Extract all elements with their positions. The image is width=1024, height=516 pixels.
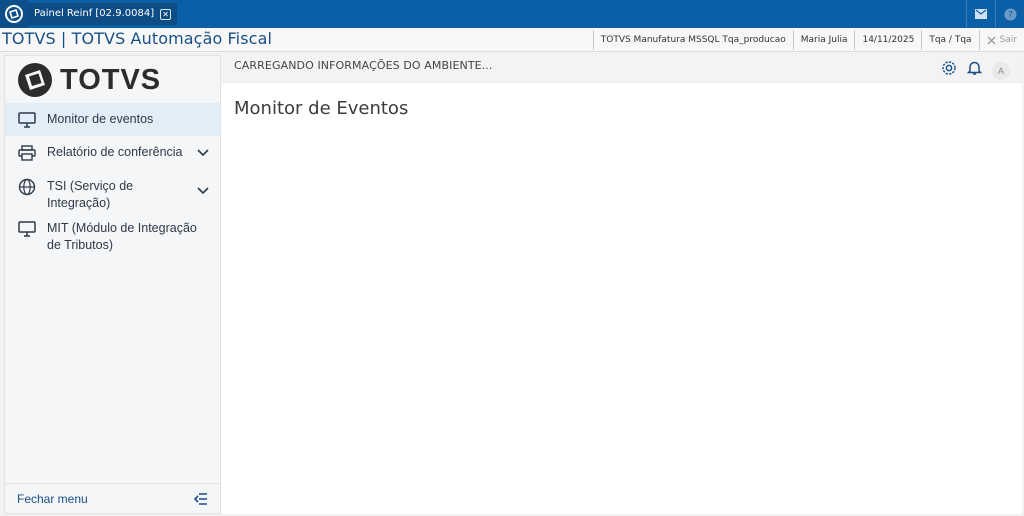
- tab-painel-reinf[interactable]: Painel Reinf [02.9.0084] ✕: [28, 3, 178, 25]
- totvs-logo-icon: [18, 63, 52, 97]
- tab-close-icon[interactable]: ✕: [160, 8, 172, 20]
- tab-label: Painel Reinf [02.9.0084]: [34, 8, 155, 19]
- sidebar-item-label: Relatório de conferência: [47, 145, 183, 159]
- collapse-menu-icon: [194, 492, 207, 505]
- app-header: TOTVS | TOTVS Automação Fiscal TOTVS Man…: [0, 28, 1024, 52]
- chevron-down-icon[interactable]: [196, 184, 210, 198]
- main-content: CARREGANDO INFORMAÇÕES DO AMBIENTE... A …: [221, 55, 1022, 514]
- sidebar-item-relatorio-de-conferencia[interactable]: Relatório de conferência: [5, 136, 220, 170]
- close-menu-label: Fechar menu: [17, 491, 88, 506]
- bell-icon[interactable]: [966, 60, 983, 81]
- printer-icon: [17, 144, 37, 162]
- avatar[interactable]: A: [992, 61, 1010, 80]
- sidebar-item-mit[interactable]: MIT (Módulo de Integração de Tributos): [5, 220, 220, 262]
- date-info: 14/11/2025: [854, 30, 921, 50]
- sidebar-menu: Monitor de eventos Relatório de conferên…: [5, 103, 220, 262]
- sidebar-item-tsi[interactable]: TSI (Serviço de Integração): [5, 170, 220, 220]
- help-icon[interactable]: ?: [995, 0, 1024, 28]
- window-titlebar: Painel Reinf [02.9.0084] ✕ ?: [0, 0, 1024, 28]
- loading-status: CARREGANDO INFORMAÇÕES DO AMBIENTE...: [234, 59, 493, 72]
- environment-info: TOTVS Manufatura MSSQL Tqa_producao: [592, 30, 793, 50]
- settings-icon[interactable]: [941, 60, 957, 81]
- close-menu-button[interactable]: Fechar menu: [5, 483, 220, 513]
- globe-icon: [17, 178, 37, 196]
- page-title: Monitor de Eventos: [234, 98, 409, 119]
- sidebar: TOTVS Monitor de eventos Relatório de co…: [4, 55, 221, 514]
- exit-button[interactable]: Sair: [978, 30, 1024, 50]
- brand-logo: TOTVS: [16, 61, 161, 99]
- sidebar-item-label: Monitor de eventos: [47, 112, 154, 126]
- monitor-icon: [17, 220, 37, 238]
- sidebar-item-label: TSI (Serviço de Integração): [47, 179, 134, 210]
- chevron-down-icon[interactable]: [196, 146, 210, 160]
- app-title: TOTVS | TOTVS Automação Fiscal: [2, 29, 273, 48]
- monitor-icon: [17, 111, 37, 129]
- app-logo-icon: [0, 0, 28, 28]
- main-toolbar: CARREGANDO INFORMAÇÕES DO AMBIENTE... A: [221, 55, 1022, 83]
- user-info: Maria Julia: [792, 30, 855, 50]
- brand-name: TOTVS: [60, 63, 162, 96]
- exit-label: Sair: [999, 35, 1017, 45]
- sidebar-item-label: MIT (Módulo de Integração de Tributos): [47, 221, 197, 252]
- branch-info: Tqa / Tqa: [921, 30, 978, 50]
- close-icon: [987, 36, 995, 44]
- mail-icon[interactable]: [966, 0, 995, 28]
- sidebar-item-monitor-de-eventos[interactable]: Monitor de eventos: [5, 103, 220, 136]
- svg-text:?: ?: [1008, 10, 1013, 20]
